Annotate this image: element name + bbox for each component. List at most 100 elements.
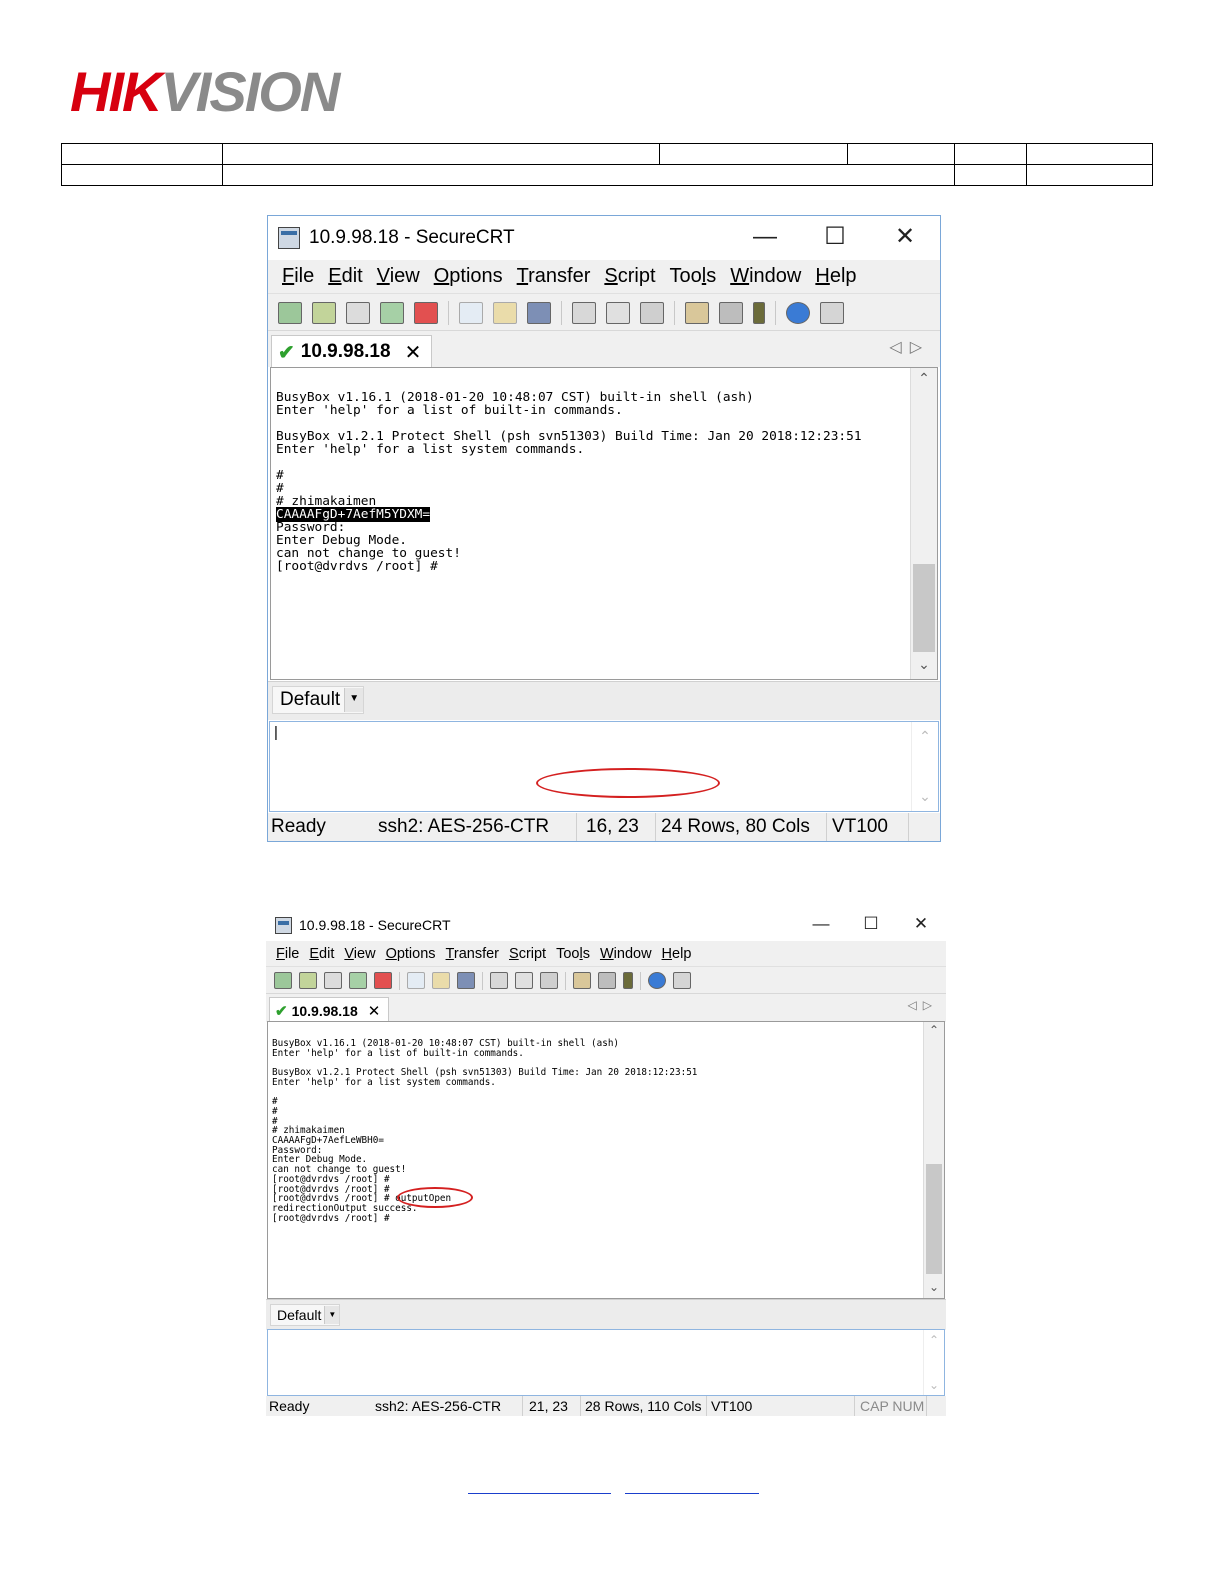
paste-icon[interactable]	[432, 972, 450, 989]
quick-connect-icon[interactable]	[312, 301, 336, 324]
terminal-output[interactable]: BusyBox v1.16.1 (2018-01-20 10:48:07 CST…	[267, 1021, 945, 1299]
print-selection-icon[interactable]	[515, 972, 533, 989]
dropdown-arrow-icon[interactable]: ▼	[344, 688, 364, 712]
minimize-button[interactable]: —	[796, 910, 846, 940]
resize-grip-icon[interactable]	[908, 813, 939, 841]
find-icon[interactable]	[457, 972, 475, 989]
tab-close-icon[interactable]: ✕	[368, 1002, 381, 1020]
print-selection-icon[interactable]	[606, 301, 630, 324]
about-icon[interactable]	[820, 301, 844, 324]
tab-scroll-arrows-icon[interactable]: ◁▷	[889, 337, 930, 357]
about-icon[interactable]	[673, 972, 691, 989]
print-icon[interactable]	[640, 301, 664, 324]
menu-file[interactable]: File	[276, 946, 299, 962]
print-screen-icon[interactable]	[490, 972, 508, 989]
logo-text-hik: HIK	[70, 60, 162, 123]
menu-file[interactable]: File	[282, 265, 314, 288]
tab-scroll-arrows-icon[interactable]: ◁▷	[908, 998, 938, 1012]
session-options-icon[interactable]	[685, 301, 709, 324]
session-bar: Default ▼	[266, 1299, 946, 1330]
command-window[interactable]: | ⌃ ⌄	[269, 721, 939, 812]
menu-options[interactable]: Options	[386, 946, 436, 962]
menu-script[interactable]: Script	[509, 946, 546, 962]
status-cipher: ssh2: AES-256-CTR	[375, 1398, 502, 1414]
scroll-up-icon[interactable]: ⌃	[911, 370, 937, 387]
session-combo[interactable]: Default ▼	[272, 686, 365, 714]
command-scrollbar[interactable]: ⌃ ⌄	[923, 1330, 944, 1395]
maximize-button[interactable]: ☐	[846, 910, 896, 940]
minimize-button[interactable]: —	[730, 216, 800, 260]
print-icon[interactable]	[540, 972, 558, 989]
terminal-text: BusyBox v1.16.1 (2018-01-20 10:48:07 CST…	[276, 390, 862, 574]
scroll-up-icon[interactable]: ⌃	[924, 1333, 944, 1347]
copy-icon[interactable]	[459, 301, 483, 324]
resize-grip-icon[interactable]	[926, 1396, 947, 1416]
connect-tab-icon[interactable]	[324, 972, 342, 989]
table-cell	[61, 143, 223, 165]
help-icon[interactable]	[648, 972, 666, 989]
print-screen-icon[interactable]	[572, 301, 596, 324]
connect-icon[interactable]	[278, 301, 302, 324]
global-options-icon[interactable]	[598, 972, 616, 989]
menu-help[interactable]: Help	[815, 265, 856, 288]
menu-window[interactable]: Window	[600, 946, 652, 962]
reconnect-icon[interactable]	[349, 972, 367, 989]
menu-view[interactable]: View	[377, 265, 420, 288]
key-icon[interactable]	[753, 301, 765, 324]
connect-icon[interactable]	[274, 972, 292, 989]
tab-close-icon[interactable]: ✕	[405, 340, 422, 365]
vertical-scrollbar[interactable]: ⌃ ⌄	[910, 368, 937, 679]
text-cursor: |	[274, 724, 278, 741]
footer-link-underline[interactable]	[468, 1493, 611, 1494]
maximize-button[interactable]: ☐	[800, 216, 870, 260]
scroll-up-icon[interactable]: ⌃	[924, 1023, 944, 1037]
menu-tools[interactable]: Tools	[670, 265, 717, 288]
key-icon[interactable]	[623, 972, 633, 989]
command-window[interactable]: ⌃ ⌄	[267, 1329, 945, 1396]
scroll-down-icon[interactable]: ⌄	[911, 656, 937, 673]
menu-tools[interactable]: Tools	[556, 946, 590, 962]
close-button[interactable]: ✕	[896, 910, 946, 940]
paste-icon[interactable]	[493, 301, 517, 324]
session-combo[interactable]: Default ▼	[270, 1304, 341, 1326]
scroll-thumb[interactable]	[926, 1164, 942, 1274]
scroll-down-icon[interactable]: ⌄	[912, 788, 938, 805]
scroll-down-icon[interactable]: ⌄	[924, 1378, 944, 1392]
footer-link-underline[interactable]	[625, 1493, 759, 1494]
scroll-up-icon[interactable]: ⌃	[912, 728, 938, 745]
scroll-down-icon[interactable]: ⌄	[924, 1280, 944, 1294]
disconnect-icon[interactable]	[374, 972, 392, 989]
session-tab[interactable]: ✔ 10.9.98.18 ✕	[269, 997, 390, 1023]
global-options-icon[interactable]	[719, 301, 743, 324]
toolbar-separator	[482, 971, 483, 990]
vertical-scrollbar[interactable]: ⌃ ⌄	[923, 1022, 944, 1298]
close-button[interactable]: ✕	[870, 216, 940, 260]
dropdown-arrow-icon[interactable]: ▼	[324, 1306, 340, 1324]
menu-edit[interactable]: Edit	[309, 946, 334, 962]
securecrt-window-2: 10.9.98.18 - SecureCRT — ☐ ✕ File Edit Vie…	[266, 910, 946, 1416]
command-scrollbar[interactable]: ⌃ ⌄	[911, 722, 938, 811]
menu-view[interactable]: View	[344, 946, 375, 962]
menu-script[interactable]: Script	[604, 265, 655, 288]
session-combo-value: Default	[277, 1307, 322, 1323]
table-cell	[61, 164, 223, 186]
menu-help[interactable]: Help	[662, 946, 692, 962]
menu-window[interactable]: Window	[730, 265, 801, 288]
disconnect-icon[interactable]	[414, 301, 438, 324]
help-icon[interactable]	[786, 301, 810, 324]
session-tab[interactable]: ✔ 10.9.98.18 ✕	[271, 335, 433, 368]
status-emulation: VT100	[826, 813, 888, 841]
reconnect-icon[interactable]	[380, 301, 404, 324]
menu-transfer[interactable]: Transfer	[446, 946, 499, 962]
terminal-output[interactable]: BusyBox v1.16.1 (2018-01-20 10:48:07 CST…	[270, 367, 938, 680]
session-options-icon[interactable]	[573, 972, 591, 989]
menu-options[interactable]: Options	[434, 265, 503, 288]
quick-connect-icon[interactable]	[299, 972, 317, 989]
toolbar-separator	[775, 300, 776, 325]
find-icon[interactable]	[527, 301, 551, 324]
connect-tab-icon[interactable]	[346, 301, 370, 324]
scroll-thumb[interactable]	[913, 564, 935, 652]
menu-transfer[interactable]: Transfer	[517, 265, 591, 288]
menu-edit[interactable]: Edit	[328, 265, 362, 288]
copy-icon[interactable]	[407, 972, 425, 989]
